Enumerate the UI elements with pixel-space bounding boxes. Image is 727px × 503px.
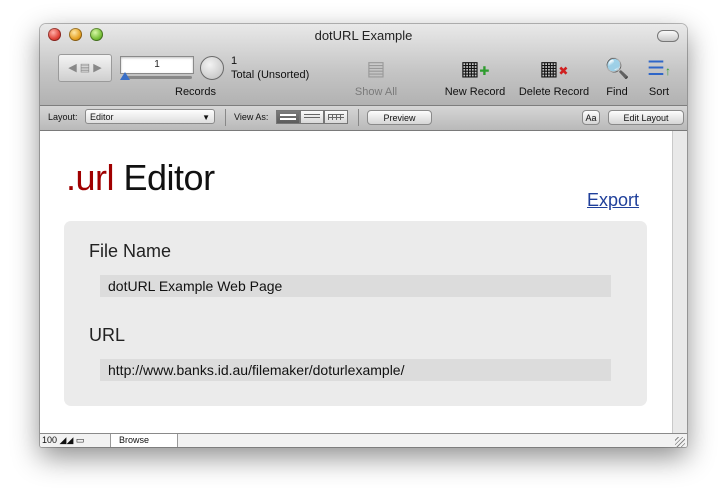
- sort-button[interactable]: ☰↑ Sort: [644, 54, 674, 98]
- mode-popup[interactable]: Browse: [110, 434, 178, 447]
- layout-select[interactable]: Editor ▼: [85, 109, 215, 124]
- new-record-button[interactable]: ▦✚ New Record: [442, 54, 508, 98]
- book-icon[interactable]: ◀ ▤ ▶: [58, 54, 112, 82]
- chevron-down-icon: ▼: [202, 113, 210, 122]
- toolbar-toggle-button[interactable]: [657, 30, 679, 42]
- view-form-button[interactable]: [276, 110, 300, 124]
- find-icon: 🔍: [604, 58, 630, 80]
- url-label: URL: [89, 325, 126, 345]
- form-view-icon: [280, 114, 296, 120]
- title-rest: Editor: [114, 157, 216, 198]
- title-accent: .url: [66, 157, 115, 198]
- find-label: Find: [606, 86, 628, 98]
- layout-bar: Layout: Editor ▼ View As: Preview Aa Edi…: [40, 106, 687, 131]
- delete-record-icon: ▦✖: [539, 58, 569, 80]
- edit-layout-button[interactable]: Edit Layout: [608, 110, 684, 125]
- found-set-info: 1 Total (Unsorted): [231, 54, 309, 82]
- url-field[interactable]: http://www.banks.id.au/filemaker/doturle…: [100, 359, 611, 381]
- file-name-field[interactable]: dotURL Example Web Page: [100, 275, 611, 297]
- new-record-icon: ▦✚: [460, 58, 490, 80]
- table-view-icon: [328, 114, 344, 120]
- fields-panel: File Name dotURL Example Web Page URL ht…: [64, 221, 647, 406]
- delete-record-label: Delete Record: [518, 86, 590, 98]
- window-title: dotURL Example: [314, 28, 413, 43]
- sort-icon: ☰↑: [647, 58, 671, 80]
- new-record-label: New Record: [444, 86, 506, 98]
- view-table-button[interactable]: [324, 110, 348, 124]
- show-all-button[interactable]: ▤ Show All: [351, 54, 401, 98]
- zoom-value: 100: [42, 435, 58, 445]
- separator: [225, 109, 226, 126]
- page-title: .url Editor: [66, 157, 215, 199]
- zoom-icon[interactable]: ◢◢ ▭: [60, 435, 85, 445]
- record-slider-thumb[interactable]: [120, 72, 130, 80]
- export-link[interactable]: Export: [587, 190, 639, 211]
- records-label: Records: [175, 86, 216, 98]
- sort-label: Sort: [648, 86, 670, 98]
- layout-label: Layout:: [48, 112, 78, 122]
- text-format-button[interactable]: Aa: [582, 110, 600, 125]
- show-all-label: Show All: [354, 86, 398, 98]
- found-status: Total (Unsorted): [231, 69, 310, 81]
- app-window: dotURL Example ◀ ▤ ▶ 1 1 Total (Unsorted…: [40, 24, 687, 447]
- resize-grip-icon[interactable]: [675, 437, 685, 447]
- vertical-scrollbar[interactable]: [672, 131, 687, 433]
- record-slider-track[interactable]: [122, 76, 192, 79]
- toolbar-area: dotURL Example ◀ ▤ ▶ 1 1 Total (Unsorted…: [40, 24, 687, 106]
- status-bar: 100 ◢◢ ▭ Browse: [40, 433, 687, 447]
- view-list-button[interactable]: [300, 110, 324, 124]
- file-name-label: File Name: [89, 241, 172, 261]
- find-button[interactable]: 🔍 Find: [602, 54, 632, 98]
- zoom-level[interactable]: 100 ◢◢ ▭: [42, 435, 84, 446]
- layout-select-value: Editor: [90, 112, 114, 122]
- layout-content: .url Editor Export File Name dotURL Exam…: [40, 131, 672, 433]
- pie-icon: [200, 56, 224, 80]
- show-all-icon: ▤: [366, 58, 386, 80]
- separator: [358, 109, 359, 126]
- list-view-icon: [304, 114, 320, 120]
- preview-button[interactable]: Preview: [367, 110, 432, 125]
- record-number-input[interactable]: 1: [120, 56, 194, 74]
- found-count: 1: [231, 55, 238, 67]
- view-as-label: View As:: [234, 112, 269, 122]
- delete-record-button[interactable]: ▦✖ Delete Record: [516, 54, 592, 98]
